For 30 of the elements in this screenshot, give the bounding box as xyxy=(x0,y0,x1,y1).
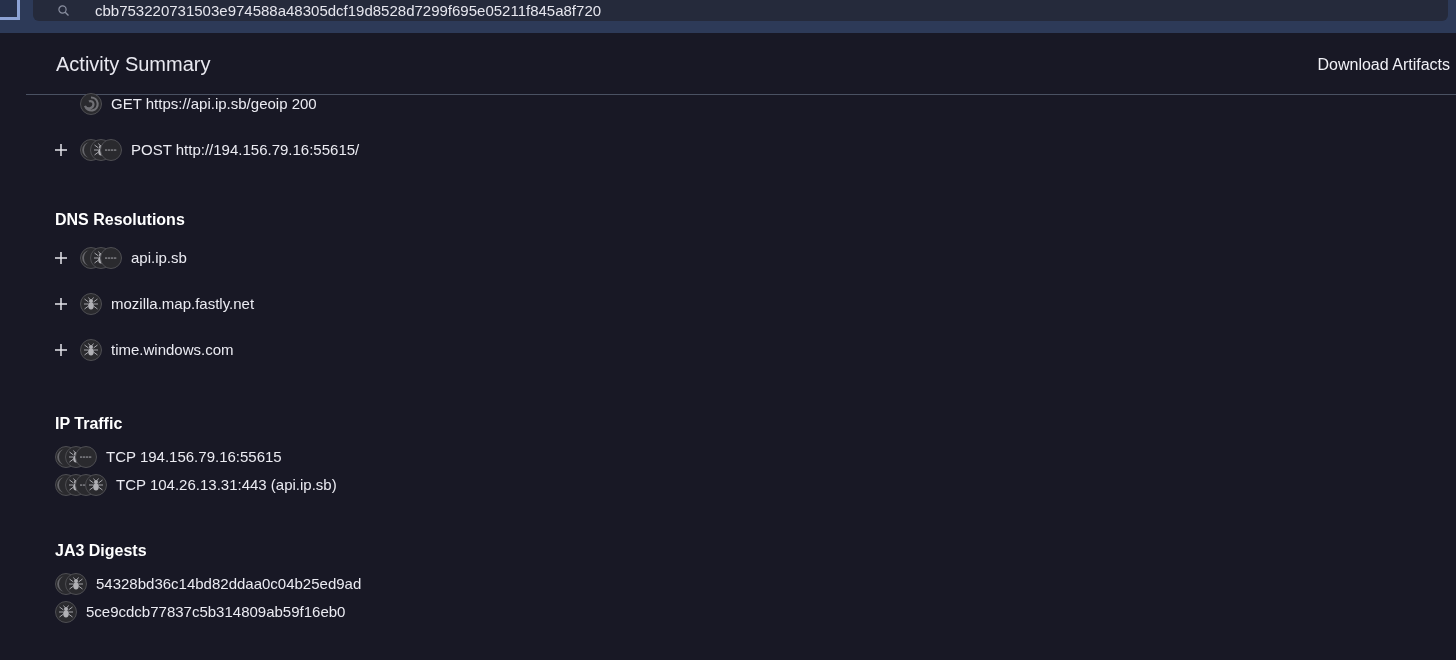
expand-icon[interactable] xyxy=(55,298,67,310)
square-icon xyxy=(0,0,20,20)
spider-icon xyxy=(80,293,102,315)
dashes-icon xyxy=(100,247,122,269)
search-field[interactable]: cbb753220731503e974588a48305dcf19d8528d7299f695e05211f845a8f720 xyxy=(33,0,1448,21)
expand-icon[interactable] xyxy=(55,344,67,356)
section-heading: IP Traffic xyxy=(55,414,123,434)
download-artifacts-link[interactable]: Download Artifacts xyxy=(1317,55,1450,74)
search-icon xyxy=(58,5,69,16)
entry-text: POST http://194.156.79.16:55615/ xyxy=(131,140,360,160)
swirl-icon xyxy=(80,93,102,115)
spider-icon xyxy=(55,601,77,623)
entry-text: TCP 104.26.13.31:443 (api.ip.sb) xyxy=(116,475,337,495)
expand-icon[interactable] xyxy=(55,252,67,264)
entry-text: 54328bd36c14bd82ddaa0c04b25ed9ad xyxy=(96,574,362,594)
spider-icon xyxy=(65,573,87,595)
spider-icon xyxy=(80,339,102,361)
entry-text: 5ce9cdcb77837c5b314809ab59f16eb0 xyxy=(86,602,346,622)
dashes-icon xyxy=(75,446,97,468)
spider-icon xyxy=(85,474,107,496)
dashes-icon xyxy=(100,139,122,161)
entry-text: mozilla.map.fastly.net xyxy=(111,294,255,314)
entry-text: time.windows.com xyxy=(111,340,234,360)
section-heading: JA3 Digests xyxy=(55,541,147,561)
entry-text: TCP 194.156.79.16:55615 xyxy=(106,447,282,467)
entry-text: GET https://api.ip.sb/geoip 200 xyxy=(111,94,317,114)
page-title: Activity Summary xyxy=(56,53,211,76)
expand-icon[interactable] xyxy=(55,144,67,156)
section-heading: DNS Resolutions xyxy=(55,210,185,230)
entry-text: api.ip.sb xyxy=(131,248,187,268)
